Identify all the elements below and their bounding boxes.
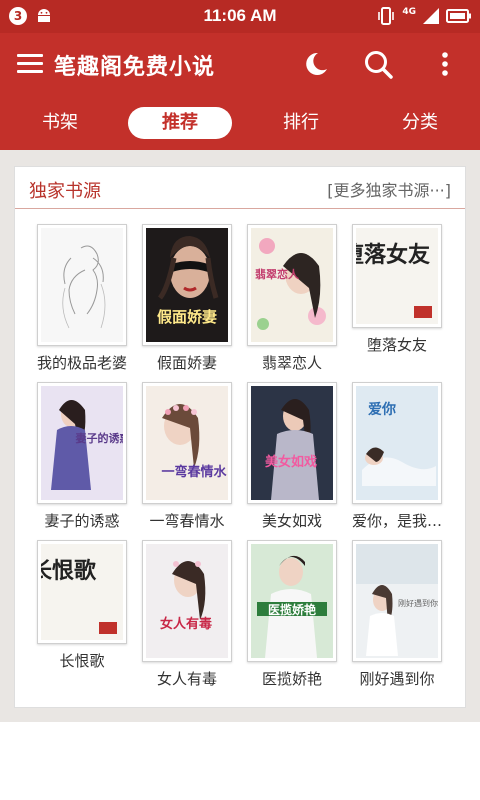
book-item[interactable]: 堕落女友 堕落女友 [345,224,449,355]
menu-icon[interactable] [17,54,43,74]
book-item[interactable]: 刚好遇到你 刚好遇到你 [345,540,449,689]
book-cover: 堕落女友 [352,224,442,328]
tab-bar: 书架 推荐 排行 分类 [0,96,480,150]
vibrate-icon [378,7,395,25]
cover-title-text: 刚好遇到你 [398,598,438,608]
book-cover: 刚好遇到你 [352,540,442,662]
book-cover: 长恨歌 [37,540,127,644]
bottom-blank-area [0,722,480,800]
doctor-man-cover-image: 医揽娇艳 [251,544,333,658]
more-exclusive-link[interactable]: [更多独家书源···] [327,177,451,201]
office-woman-cover-image: 妻子的诱惑 [41,386,123,500]
cover-title-text: 一弯春情水 [161,464,227,480]
content-area: 独家书源 [更多独家书源···] 我的极品老婆 假面娇妻 假面娇妻 翡翠恋人 翡… [0,150,480,722]
book-title: 妻子的诱惑 [44,512,120,530]
status-icons: 4G [376,5,472,27]
book-item[interactable]: 长恨歌 长恨歌 [30,540,134,671]
white-dress-woman-cover-image: 女人有毒 [146,544,228,658]
tab-ranking[interactable]: 排行 [261,107,341,139]
battery-icon [446,9,471,23]
book-title: 一弯春情水 [149,512,225,530]
tab-category[interactable]: 分类 [380,107,460,139]
book-cover [37,224,127,346]
book-item[interactable]: 翡翠恋人 翡翠恋人 [240,224,344,373]
book-item[interactable]: 妻子的诱惑 妻子的诱惑 [30,382,134,531]
book-item[interactable]: 爱你 爱你，是我… [345,382,449,531]
book-title: 堕落女友 [366,336,427,354]
cover-title-text: 女人有毒 [160,616,212,632]
book-item[interactable]: 女人有毒 女人有毒 [135,540,239,689]
tab-bookshelf[interactable]: 书架 [20,107,100,139]
cover-title-text: 堕落女友 [356,242,430,268]
book-cover: 妻子的诱惑 [37,382,127,504]
network-type-label: 4G [402,7,416,17]
cover-title-text: 假面娇妻 [157,308,217,326]
book-item[interactable]: 我的极品老婆 [30,224,134,373]
cover-title-text: 爱你 [368,401,396,418]
book-item[interactable]: 医揽娇艳 医揽娇艳 [240,540,344,689]
book-cover: 假面娇妻 [142,224,232,346]
search-icon[interactable] [361,47,395,81]
app-title: 笔趣阁免费小说 [54,55,216,80]
book-item[interactable]: 一弯春情水 一弯春情水 [135,382,239,531]
calligraphy-cover-image: 堕落女友 [356,228,438,324]
book-title: 我的极品老婆 [36,354,127,372]
masked-woman-cover-image: 假面娇妻 [146,228,228,342]
seaside-woman-cover-image: 刚好遇到你 [356,544,438,658]
status-bar: 3 11:06 AM 4G [0,0,480,33]
book-title: 爱你，是我… [351,512,442,530]
book-item[interactable]: 美女如戏 美女如戏 [240,382,344,531]
book-title: 医揽娇艳 [261,670,322,688]
book-title: 美女如戏 [261,512,322,530]
book-title: 刚好遇到你 [359,670,435,688]
book-cover: 翡翠恋人 [247,224,337,346]
glamour-woman-cover-image: 美女如戏 [251,386,333,500]
book-title: 翡翠恋人 [261,354,322,372]
book-item[interactable]: 假面娇妻 假面娇妻 [135,224,239,373]
cover-title-text: 长恨歌 [41,558,97,584]
cover-title-text: 翡翠恋人 [255,267,300,281]
flower-woman-cover-image: 翡翠恋人 [251,228,333,342]
book-cover: 女人有毒 [142,540,232,662]
section-header: 独家书源 [更多独家书源···] [15,167,465,209]
reclining-woman-cover-image: 爱你 [356,386,438,500]
signal-icon [423,8,439,24]
book-cover: 医揽娇艳 [247,540,337,662]
book-cover: 美女如戏 [247,382,337,504]
cover-title-text: 医揽娇艳 [268,602,316,617]
book-cover: 一弯春情水 [142,382,232,504]
book-title: 女人有毒 [156,670,217,688]
more-vert-icon[interactable] [428,47,462,81]
cover-title-text: 美女如戏 [265,454,317,470]
app-bar: 笔趣阁免费小说 [0,33,480,96]
tab-recommend[interactable]: 推荐 [128,107,232,139]
calligraphy-cover-image: 长恨歌 [41,544,123,640]
flower-crown-cover-image: 一弯春情水 [146,386,228,500]
exclusive-source-card: 独家书源 [更多独家书源···] 我的极品老婆 假面娇妻 假面娇妻 翡翠恋人 翡… [14,166,466,708]
book-title: 长恨歌 [59,652,105,670]
cover-title-text: 妻子的诱惑 [76,431,124,445]
book-title: 假面娇妻 [156,354,217,372]
moon-icon[interactable] [298,47,332,81]
book-cover: 爱你 [352,382,442,504]
sketch-cover-image [41,228,123,342]
section-title: 独家书源 [29,181,101,202]
